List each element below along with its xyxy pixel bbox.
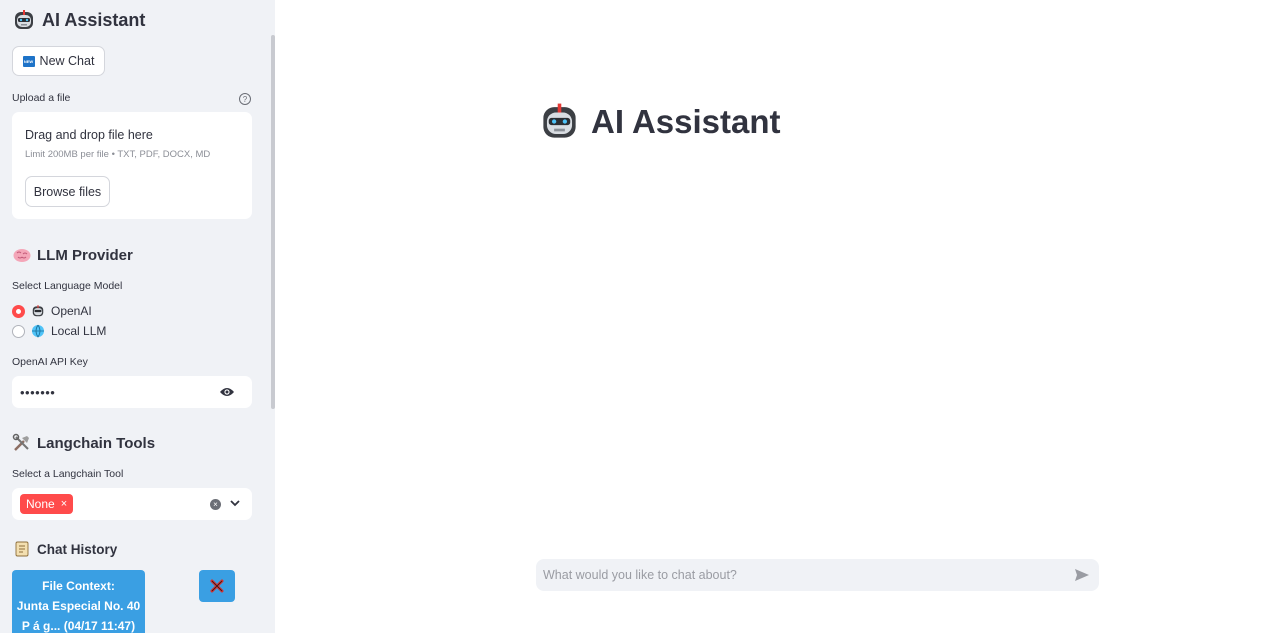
history-item-line: File Context:	[42, 579, 115, 593]
radio-local-llm[interactable]: Local LLM	[12, 324, 106, 338]
dropzone-title: Drag and drop file here	[25, 128, 153, 142]
dropzone-limit: Limit 200MB per file • TXT, PDF, DOCX, M…	[25, 149, 211, 160]
langchain-tools-heading-text: Langchain Tools	[37, 434, 156, 452]
history-item-line: Junta Especial No. 40	[16, 599, 141, 613]
chip-remove-icon[interactable]: ×	[61, 498, 67, 510]
chip-label: None	[26, 497, 55, 511]
globe-icon	[32, 324, 44, 338]
page-title-text: AI Assistant	[591, 102, 781, 140]
robot-icon	[32, 305, 44, 317]
chat-placeholder[interactable]: What would you like to chat about?	[536, 568, 1099, 582]
api-key-value[interactable]: •••••••	[12, 385, 252, 400]
sidebar: AI Assistant NEW New Chat Upload a file …	[0, 0, 275, 633]
new-icon: NEW	[22, 55, 35, 67]
robot-icon	[543, 103, 576, 138]
sidebar-title: AI Assistant	[12, 8, 145, 32]
select-model-label: Select Language Model	[12, 280, 123, 292]
radio-unselected-icon[interactable]	[12, 324, 25, 338]
select-tool-label: Select a Langchain Tool	[12, 468, 124, 480]
upload-label: Upload a file	[12, 92, 71, 104]
brain-icon	[13, 249, 31, 262]
send-icon[interactable]	[1074, 568, 1090, 582]
tools-icon	[12, 433, 29, 451]
scroll-icon	[15, 541, 29, 557]
browse-files-button[interactable]: Browse files	[25, 176, 110, 207]
llm-provider-heading-text: LLM Provider	[37, 246, 133, 264]
robot-icon	[15, 10, 33, 29]
sidebar-title-text: AI Assistant	[42, 9, 146, 30]
chat-history-heading-text: Chat History	[37, 541, 118, 557]
llm-provider-heading: LLM Provider	[12, 245, 133, 265]
page-title: AI Assistant	[538, 100, 781, 143]
tool-multiselect[interactable]: None × ×	[12, 488, 252, 520]
langchain-tools-heading: Langchain Tools	[12, 433, 155, 453]
help-icon[interactable]: ?	[239, 93, 251, 105]
api-key-label: OpenAI API Key	[12, 356, 88, 368]
radio-openai-label: OpenAI	[51, 304, 92, 318]
new-chat-button[interactable]: NEW New Chat	[12, 46, 105, 76]
radio-openai[interactable]: OpenAI	[12, 304, 92, 318]
selected-tool-chip[interactable]: None ×	[20, 494, 74, 514]
radio-local-llm-label: Local LLM	[51, 324, 107, 338]
api-key-field[interactable]: •••••••	[12, 376, 252, 408]
delete-history-button[interactable]	[199, 570, 235, 602]
chevron-down-icon[interactable]	[229, 497, 241, 509]
history-item-button[interactable]: File Context: Junta Especial No. 40 P á …	[12, 570, 145, 633]
new-chat-label: New Chat	[39, 54, 95, 68]
eye-icon[interactable]	[219, 385, 235, 399]
file-dropzone[interactable]: Drag and drop file here Limit 200MB per …	[12, 112, 252, 219]
chat-input[interactable]: What would you like to chat about?	[536, 559, 1099, 591]
history-item-line: P á g... (04/17 11:47)	[21, 619, 136, 633]
sidebar-scrollbar[interactable]	[271, 35, 275, 409]
radio-selected-icon[interactable]	[12, 304, 25, 318]
close-icon	[210, 579, 224, 593]
clear-icon[interactable]: ×	[210, 499, 221, 510]
chat-history-heading: Chat History	[12, 539, 117, 559]
